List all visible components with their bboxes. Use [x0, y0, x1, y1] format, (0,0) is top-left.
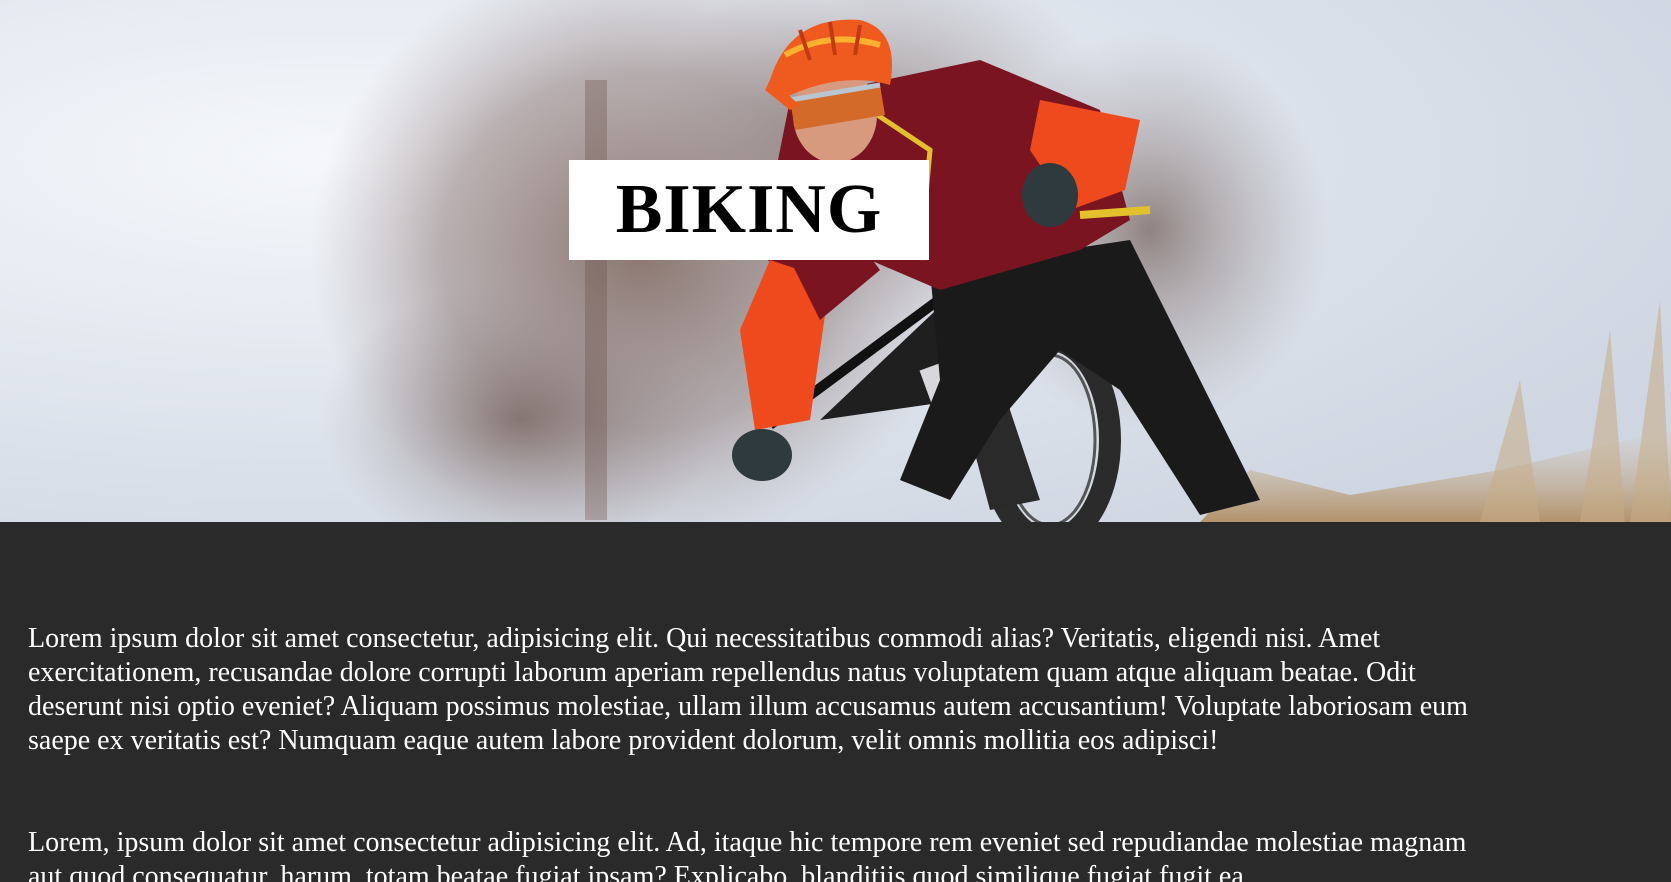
page: BIKING Lorem ipsum dolor sit amet consec… [0, 0, 1671, 882]
paragraph: Lorem ipsum dolor sit amet consectetur, … [28, 623, 1468, 756]
hero-banner: BIKING [0, 0, 1671, 522]
paragraph: Lorem, ipsum dolor sit amet consectetur … [28, 827, 1467, 882]
hero-title: BIKING [615, 171, 883, 248]
content-section: Lorem ipsum dolor sit amet consectetur, … [0, 522, 1671, 882]
mountain-biker-photo [0, 0, 1671, 522]
hero-title-box: BIKING [569, 160, 929, 260]
